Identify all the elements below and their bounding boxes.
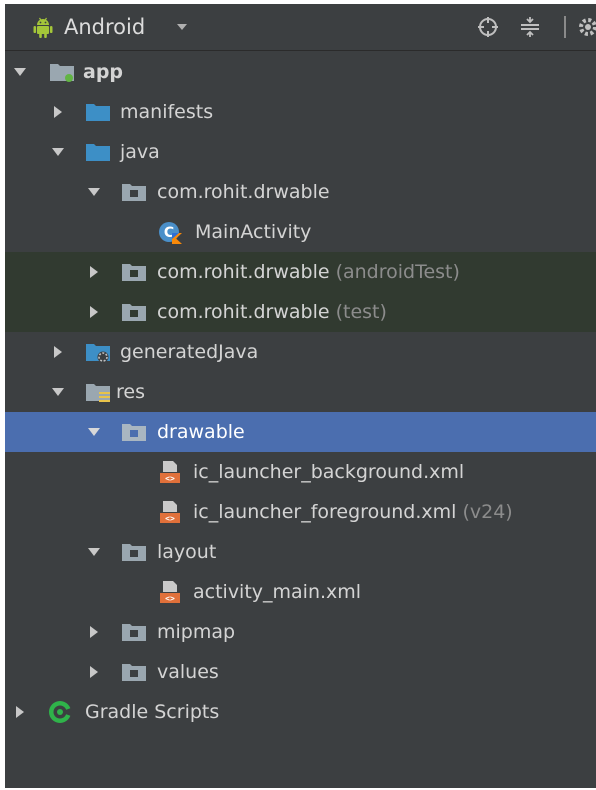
tree-label-activity-main: activity_main.xml [193, 581, 362, 603]
tree-row-layout[interactable]: layout [5, 532, 596, 572]
expanded-arrow-icon[interactable] [51, 385, 65, 399]
tree-label-generated-java: generatedJava [120, 341, 259, 363]
svg-text:<>: <> [165, 514, 175, 523]
collapse-icon[interactable] [517, 14, 543, 40]
folder-icon [122, 664, 146, 681]
folder-icon [86, 144, 110, 161]
project-panel: Android app manifests java com.rohit.drw… [5, 4, 596, 788]
qualifier-suffix: (v24) [462, 501, 513, 523]
tree-label-package: com.rohit.drwable [157, 181, 330, 203]
package-icon [122, 184, 146, 201]
locate-icon[interactable] [475, 14, 501, 40]
folder-icon [86, 104, 110, 121]
tree-label-values: values [157, 661, 219, 683]
tree-row-ic-launcher-background[interactable]: <> ic_launcher_background.xml [5, 452, 596, 492]
collapsed-arrow-icon[interactable] [87, 665, 101, 679]
tree-row-mipmap[interactable]: mipmap [5, 612, 596, 652]
tree-row-ic-launcher-foreground[interactable]: <> ic_launcher_foreground.xml (v24) [5, 492, 596, 532]
package-icon [122, 264, 146, 281]
gear-icon[interactable] [575, 14, 596, 40]
source-set-suffix: (test) [335, 301, 387, 323]
tree-label-drawable: drawable [157, 421, 245, 443]
tree-row-gradle-scripts[interactable]: Gradle Scripts [5, 692, 596, 732]
tree-label-java: java [120, 141, 160, 163]
expanded-arrow-icon[interactable] [87, 545, 101, 559]
tree-row-java[interactable]: java [5, 132, 596, 172]
tree-row-package-android-test[interactable]: com.rohit.drwable (androidTest) [5, 252, 596, 292]
tree-label-main-activity: MainActivity [195, 221, 312, 243]
collapsed-arrow-icon[interactable] [51, 345, 65, 359]
tree-label-package-android-test: com.rohit.drwable (androidTest) [157, 259, 460, 285]
tree-label-manifests: manifests [120, 101, 214, 123]
collapsed-arrow-icon[interactable] [51, 105, 65, 119]
toolbar-separator [564, 16, 566, 38]
tree-row-manifests[interactable]: manifests [5, 92, 596, 132]
resources-folder-icon [86, 384, 110, 402]
collapsed-arrow-icon[interactable] [87, 265, 101, 279]
folder-icon [122, 424, 146, 441]
expanded-arrow-icon[interactable] [87, 425, 101, 439]
project-toolbar: Android [5, 4, 596, 51]
tree-label-layout: layout [157, 541, 217, 563]
expanded-arrow-icon[interactable] [51, 145, 65, 159]
collapsed-arrow-icon[interactable] [87, 305, 101, 319]
folder-icon [122, 544, 146, 561]
expanded-arrow-icon[interactable] [87, 185, 101, 199]
tree-row-package-test[interactable]: com.rohit.drwable (test) [5, 292, 596, 332]
expanded-arrow-icon[interactable] [13, 65, 27, 79]
file-name: ic_launcher_foreground.xml [193, 501, 457, 523]
project-view-selector[interactable]: Android [64, 14, 145, 40]
collapsed-arrow-icon[interactable] [13, 705, 27, 719]
package-name: com.rohit.drwable [157, 261, 330, 283]
tree-label-app: app [83, 61, 124, 83]
svg-text:<>: <> [165, 474, 175, 483]
source-set-suffix: (androidTest) [335, 261, 460, 283]
tree-row-main-activity[interactable]: C MainActivity [5, 212, 596, 252]
generated-folder-icon [86, 344, 110, 363]
tree-row-drawable[interactable]: drawable [5, 412, 596, 452]
kotlin-class-icon: C [159, 222, 182, 244]
tree-row-generated-java[interactable]: generatedJava [5, 332, 596, 372]
tree-label-res: res [116, 381, 145, 403]
tree-row-app[interactable]: app [5, 52, 596, 92]
xml-file-icon: <> [160, 501, 180, 523]
folder-icon [122, 624, 146, 641]
package-icon [122, 304, 146, 321]
collapsed-arrow-icon[interactable] [87, 625, 101, 639]
tree-row-package-main[interactable]: com.rohit.drwable [5, 172, 596, 212]
package-name: com.rohit.drwable [157, 301, 330, 323]
dropdown-icon[interactable] [175, 20, 189, 34]
tree-row-activity-main[interactable]: <> activity_main.xml [5, 572, 596, 612]
xml-file-icon: <> [160, 581, 180, 603]
tree-row-values[interactable]: values [5, 652, 596, 692]
tree-label-ic-launcher-foreground: ic_launcher_foreground.xml (v24) [193, 499, 513, 525]
tree-row-res[interactable]: res [5, 372, 596, 412]
tree-label-package-test: com.rohit.drwable (test) [157, 299, 387, 325]
android-icon [33, 17, 53, 38]
gradle-icon [49, 701, 71, 723]
tree-label-gradle-scripts: Gradle Scripts [85, 701, 220, 723]
tree-label-ic-launcher-background: ic_launcher_background.xml [193, 461, 465, 483]
xml-file-icon: <> [160, 461, 180, 483]
svg-text:<>: <> [165, 594, 175, 603]
tree-label-mipmap: mipmap [157, 621, 236, 643]
module-folder-icon [50, 64, 74, 82]
